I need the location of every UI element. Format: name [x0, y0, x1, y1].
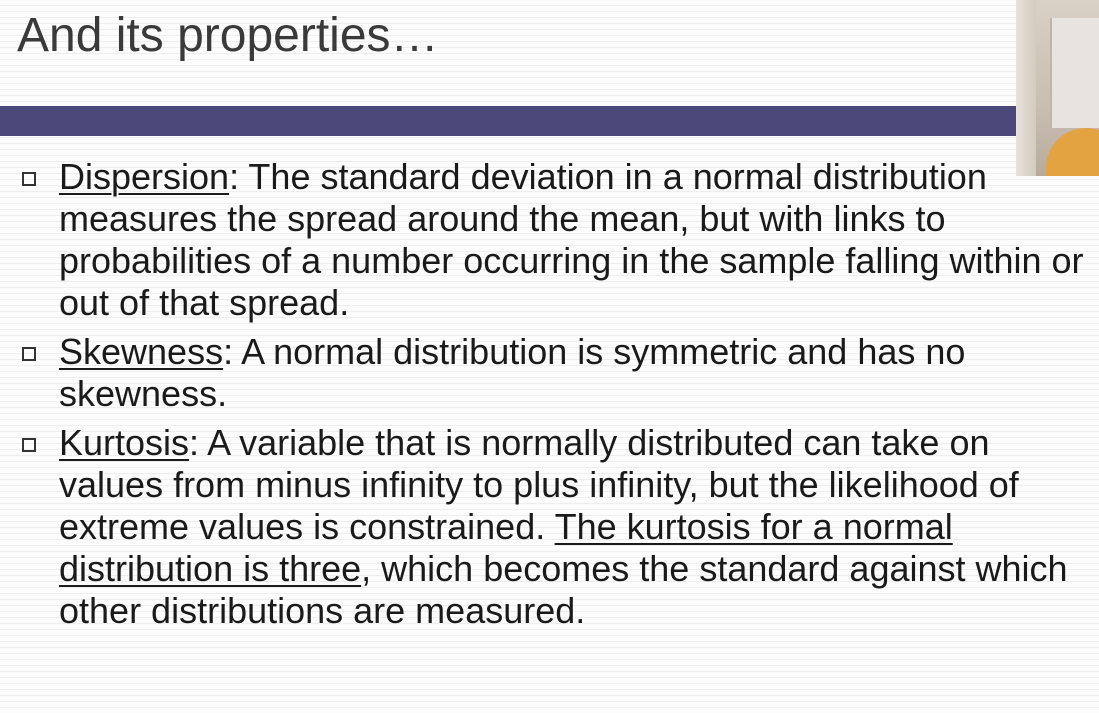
term-dispersion: Dispersion — [59, 156, 230, 197]
slide: And its properties… Dispersion: The stan… — [0, 0, 1099, 713]
bullet-dispersion: Dispersion: The standard deviation in a … — [18, 156, 1088, 324]
webcam-wall — [1016, 0, 1036, 176]
term-skewness: Skewness — [59, 331, 224, 372]
bullet-skewness: Skewness: A normal distribution is symme… — [18, 331, 1088, 415]
webcam-person — [1046, 128, 1099, 176]
bullet-kurtosis: Kurtosis: A variable that is normally di… — [18, 422, 1088, 632]
square-bullet-icon — [22, 438, 36, 452]
term-kurtosis: Kurtosis — [59, 422, 190, 463]
square-bullet-icon — [22, 172, 36, 186]
title-accent-bar — [0, 106, 1016, 136]
bullet-list: Dispersion: The standard deviation in a … — [18, 156, 1088, 639]
webcam-door — [1050, 18, 1099, 128]
slide-title: And its properties… — [17, 9, 439, 62]
square-bullet-icon — [22, 347, 36, 361]
webcam-overlay — [1016, 0, 1099, 176]
